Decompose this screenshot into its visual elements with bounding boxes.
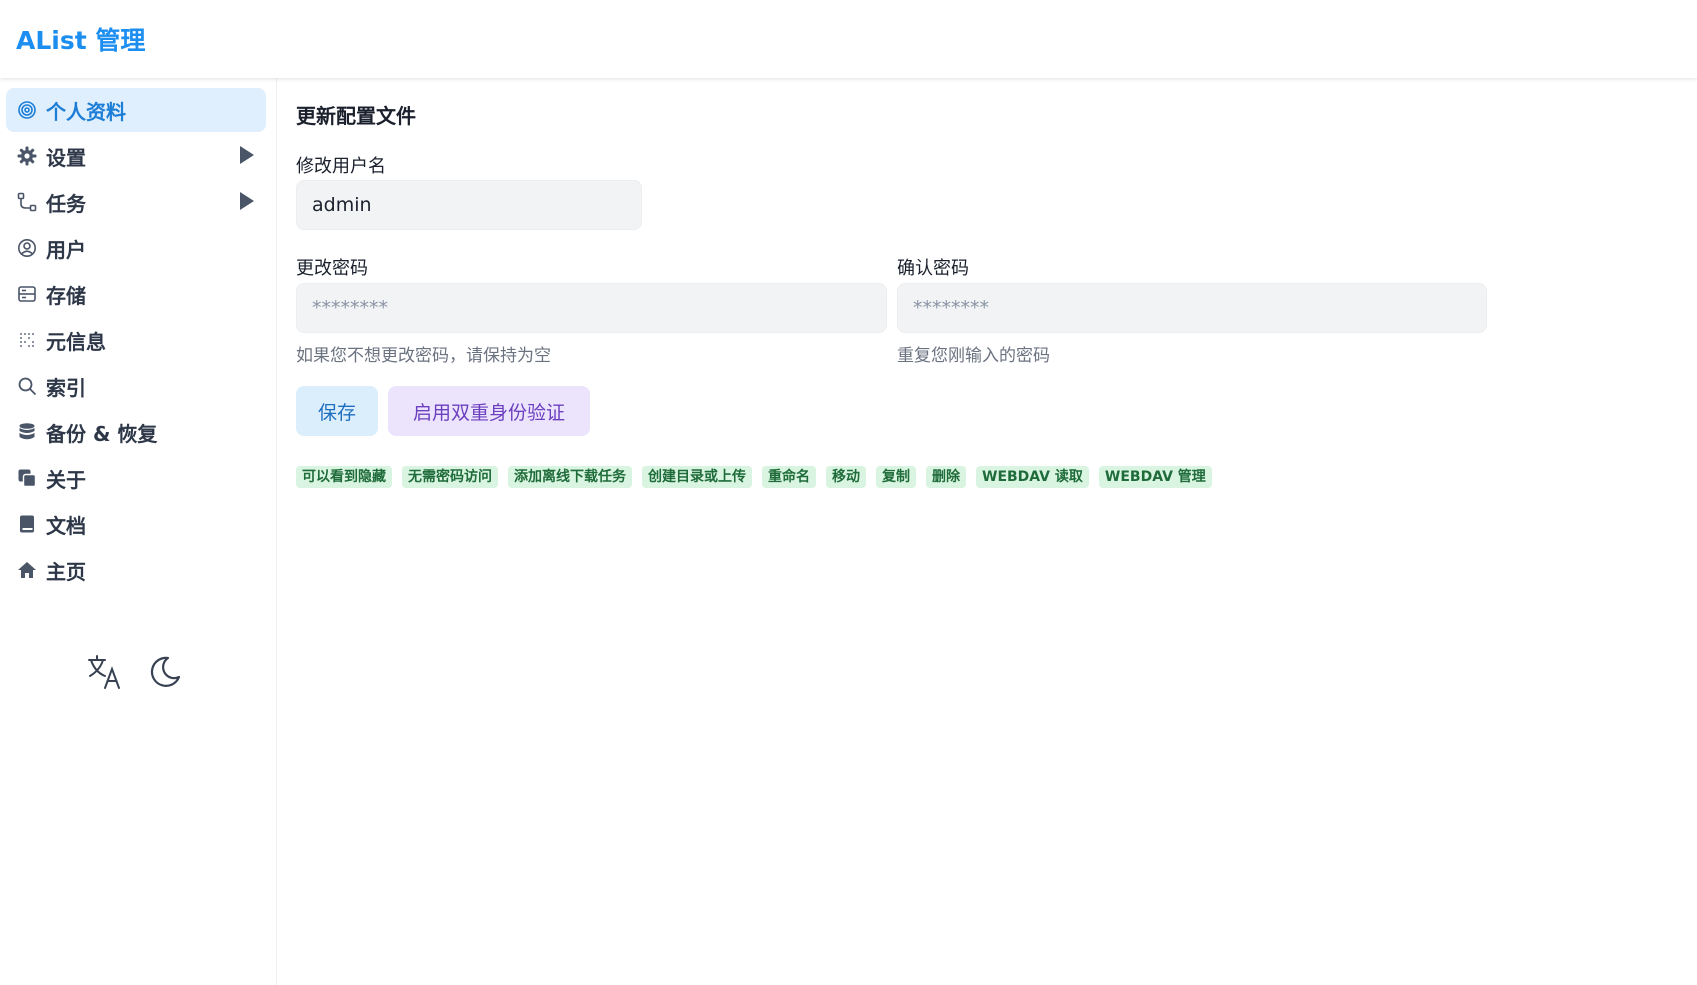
permission-tag: 创建目录或上传	[642, 466, 752, 488]
username-label: 修改用户名	[296, 156, 386, 177]
sidebar-item-label: 关于	[46, 467, 86, 492]
sidebar-item-settings[interactable]: 设置	[6, 134, 266, 178]
password-field[interactable]	[296, 283, 887, 333]
sidebar-item-label: 存储	[46, 283, 86, 308]
app-header: AList 管理	[0, 0, 1697, 78]
username-field[interactable]	[296, 180, 642, 230]
sidebar-item-about[interactable]: 关于	[6, 456, 266, 500]
sidebar-item-label: 用户	[46, 237, 86, 262]
sidebar-bottom-actions	[86, 653, 184, 691]
copy-icon	[16, 467, 38, 489]
enable-2fa-button[interactable]: 启用双重身份验证	[388, 386, 590, 436]
sidebar-item-storage[interactable]: 存储	[6, 272, 266, 316]
confirm-password-field[interactable]	[897, 283, 1487, 333]
password-hint: 如果您不想更改密码，请保持为空	[296, 346, 551, 366]
sidebar-item-label: 任务	[46, 191, 86, 216]
main-content: 更新配置文件 修改用户名 更改密码 如果您不想更改密码，请保持为空 确认密码 重…	[296, 78, 1676, 978]
sidebar-item-tasks[interactable]: 任务	[6, 180, 266, 224]
sidebar-item-docs[interactable]: 文档	[6, 502, 266, 546]
sidebar-item-label: 主页	[46, 559, 86, 584]
sidebar-item-label: 备份 & 恢复	[46, 421, 158, 446]
permission-tag: WEBDAV 管理	[1098, 466, 1212, 488]
sidebar-item-meta[interactable]: 元信息	[6, 318, 266, 362]
sidebar-item-profile[interactable]: 个人资料	[6, 88, 266, 132]
app-title[interactable]: AList 管理	[16, 21, 145, 57]
password-label: 更改密码	[296, 258, 368, 279]
confirm-password-label: 确认密码	[897, 258, 969, 279]
permission-tag: 移动	[826, 466, 866, 488]
moon-icon[interactable]	[146, 653, 184, 691]
sidebar-item-label: 设置	[46, 145, 86, 170]
page-title: 更新配置文件	[296, 104, 416, 128]
sidebar-item-label: 个人资料	[46, 99, 126, 124]
expand-arrow-icon[interactable]	[240, 146, 254, 164]
search-icon	[16, 375, 38, 397]
sidebar-item-label: 文档	[46, 513, 86, 538]
gear-icon	[16, 145, 38, 167]
storage-icon	[16, 283, 38, 305]
permission-tag: 复制	[876, 466, 916, 488]
sidebar-item-users[interactable]: 用户	[6, 226, 266, 270]
confirm-password-hint: 重复您刚输入的密码	[897, 346, 1050, 366]
sidebar-item-label: 索引	[46, 375, 86, 400]
permission-tag: 添加离线下载任务	[508, 466, 632, 488]
permission-tag: WEBDAV 读取	[976, 466, 1089, 488]
save-button[interactable]: 保存	[296, 386, 378, 436]
permission-tag: 无需密码访问	[402, 466, 498, 488]
sidebar-item-home[interactable]: 主页	[6, 548, 266, 592]
meta-icon	[16, 329, 38, 351]
database-icon	[16, 421, 38, 443]
sidebar-item-label: 元信息	[46, 329, 106, 354]
permission-tag: 删除	[926, 466, 966, 488]
sidebar: 个人资料 设置 任务 用户 存储 元信息 索引 备份 & 恢复 关于 文档 主页	[0, 78, 277, 985]
translate-icon[interactable]	[86, 653, 124, 691]
expand-arrow-icon[interactable]	[240, 192, 254, 210]
sidebar-item-backup[interactable]: 备份 & 恢复	[6, 410, 266, 454]
user-circle-icon	[16, 237, 38, 259]
permission-tags: 可以看到隐藏 无需密码访问 添加离线下载任务 创建目录或上传 重命名 移动 复制…	[296, 466, 1212, 488]
permission-tag: 可以看到隐藏	[296, 466, 392, 488]
permission-tag: 重命名	[762, 466, 816, 488]
flow-icon	[16, 191, 38, 213]
home-icon	[16, 559, 38, 581]
fingerprint-icon	[16, 99, 38, 121]
book-icon	[16, 513, 38, 535]
sidebar-item-index[interactable]: 索引	[6, 364, 266, 408]
